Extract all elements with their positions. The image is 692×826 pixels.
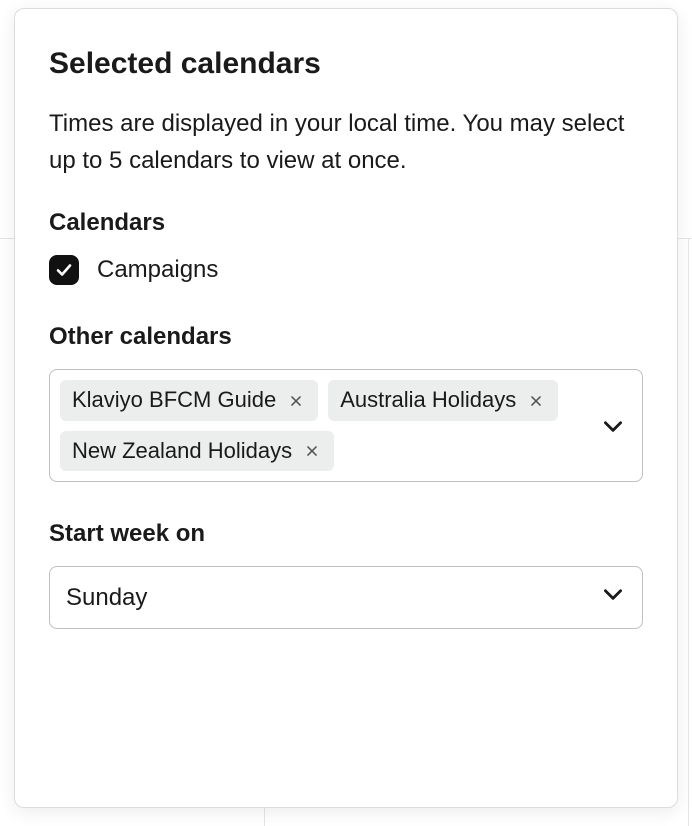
panel-description: Times are displayed in your local time. … [49,105,643,179]
checkbox-checked-icon[interactable] [49,255,79,285]
remove-chip-button[interactable] [302,441,322,461]
start-week-select[interactable]: Sunday [49,566,643,629]
calendar-option-label: Campaigns [97,256,218,284]
calendar-chip: New Zealand Holidays [60,431,334,471]
calendar-chip: Klaviyo BFCM Guide [60,380,318,420]
remove-chip-button[interactable] [526,391,546,411]
start-week-section-label: Start week on [49,520,643,548]
background-grid-line [688,238,689,826]
other-calendars-section-label: Other calendars [49,323,643,351]
chevron-down-icon [600,581,626,614]
chip-label: Australia Holidays [340,387,516,413]
chip-label: Klaviyo BFCM Guide [72,387,276,413]
chevron-down-icon[interactable] [600,413,626,439]
selected-calendars-panel: Selected calendars Times are displayed i… [14,8,678,808]
start-week-value: Sunday [66,584,147,612]
chip-label: New Zealand Holidays [72,438,292,464]
other-calendars-multiselect[interactable]: Klaviyo BFCM Guide Australia Holidays Ne… [49,369,643,482]
calendar-chip: Australia Holidays [328,380,558,420]
panel-title: Selected calendars [49,47,643,81]
calendar-option-campaigns[interactable]: Campaigns [49,255,643,285]
remove-chip-button[interactable] [286,391,306,411]
calendars-section-label: Calendars [49,209,643,237]
